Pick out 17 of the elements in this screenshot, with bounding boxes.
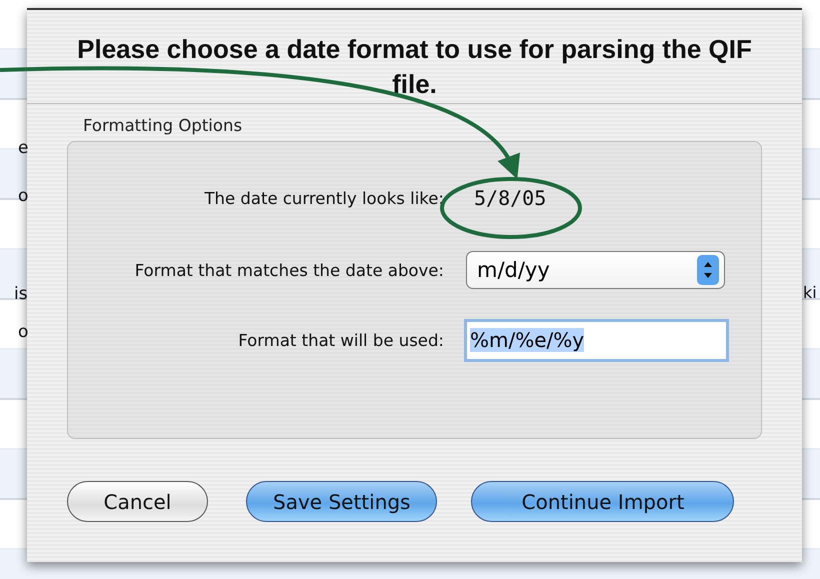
field-label: Format that matches the date above: <box>134 260 444 280</box>
format-popup[interactable]: m/d/yy <box>466 251 725 289</box>
table-cell: is <box>14 284 28 304</box>
field-label: Format that will be used: <box>237 330 444 350</box>
dialog-button[interactable]: Continue Import <box>471 481 734 522</box>
stepper-icon <box>697 255 719 285</box>
table-cell: e <box>18 138 28 158</box>
dialog-button[interactable]: Save Settings <box>246 481 438 522</box>
dialog-title: Please choose a date format to use for parsing the QIF file. <box>76 33 753 101</box>
format-field[interactable]: %m/%e/%y <box>464 318 729 362</box>
table-cell: ki <box>803 283 817 302</box>
dialog-button[interactable]: Cancel <box>67 481 208 522</box>
table-cell: o <box>18 322 28 342</box>
date-value: 5/8/05 <box>474 186 546 210</box>
group-label: Formatting Options <box>83 116 244 135</box>
field-label: The date currently looks like: <box>203 188 444 208</box>
table-cell: o <box>18 186 28 206</box>
